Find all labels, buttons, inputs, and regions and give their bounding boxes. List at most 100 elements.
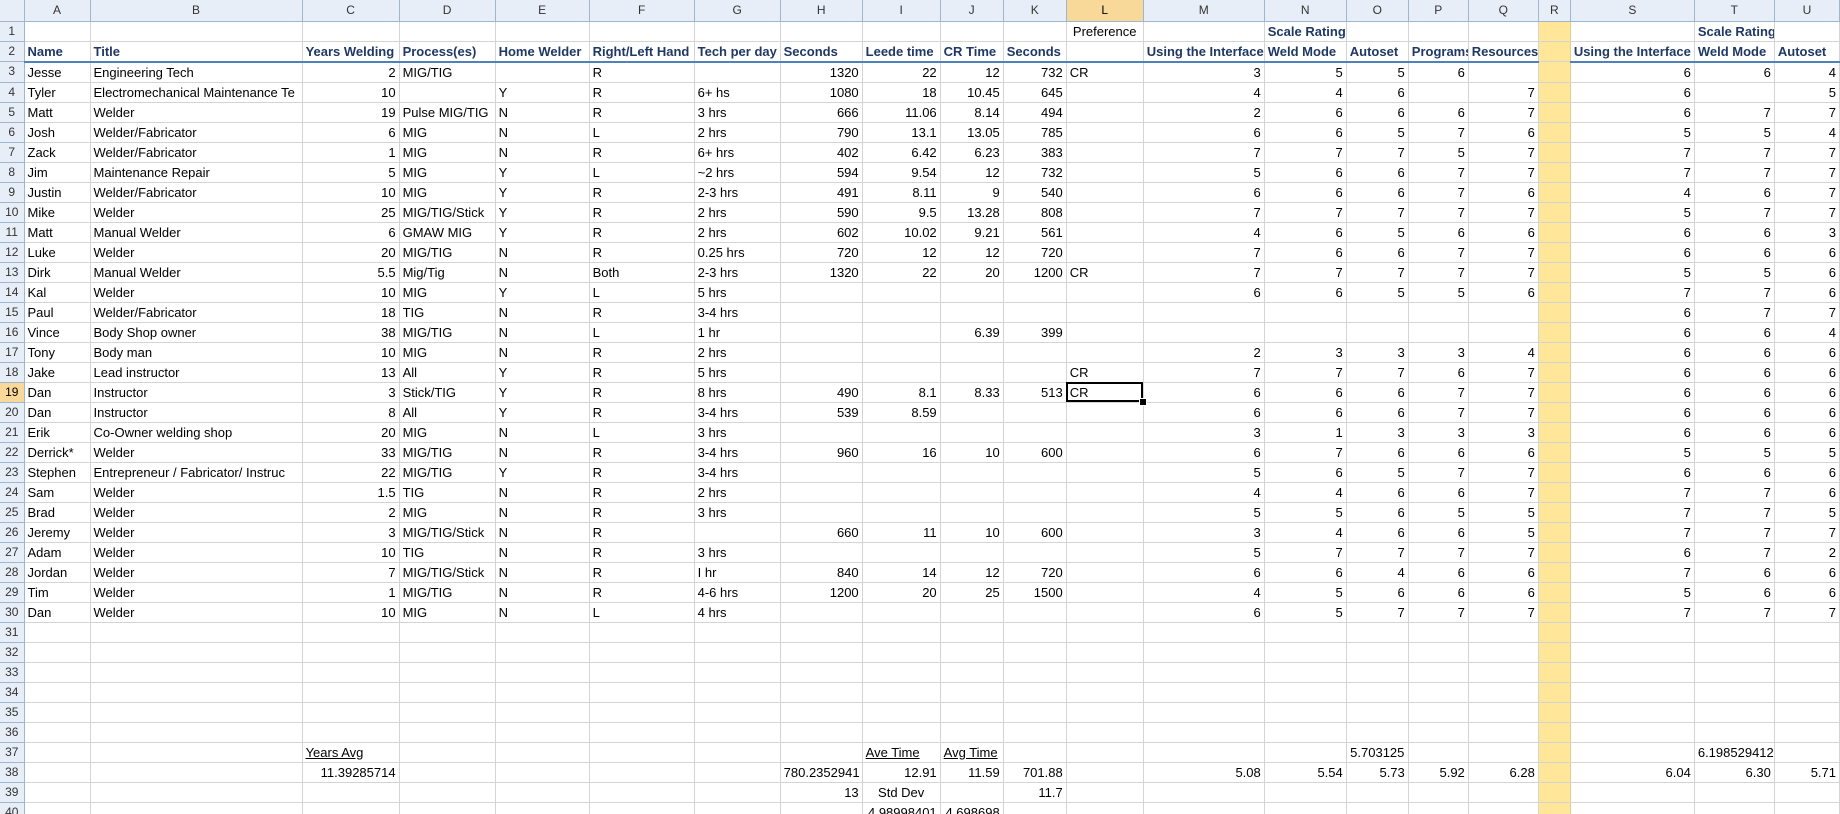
cell-j[interactable] xyxy=(940,422,1004,443)
cell-r[interactable] xyxy=(1538,702,1571,723)
cell-i[interactable]: 12.91 xyxy=(862,762,941,783)
cell-o[interactable] xyxy=(1346,702,1409,723)
cell-g[interactable] xyxy=(694,682,781,703)
cell-k[interactable] xyxy=(1003,542,1067,563)
cell-m[interactable]: 5 xyxy=(1143,462,1265,483)
row-header-1[interactable]: 1 xyxy=(0,21,25,42)
cell-u[interactable] xyxy=(1774,742,1840,763)
cell-i[interactable] xyxy=(862,282,941,303)
cell-f[interactable]: R xyxy=(589,102,695,123)
cell-h[interactable] xyxy=(780,462,863,483)
cell-f[interactable] xyxy=(589,642,695,663)
cell-b[interactable] xyxy=(90,742,303,763)
cell-h[interactable] xyxy=(780,362,863,383)
column-header-h[interactable]: H xyxy=(780,0,863,22)
cell-t[interactable] xyxy=(1694,702,1775,723)
cell-c[interactable]: 25 xyxy=(302,202,400,223)
cell-a[interactable]: Sam xyxy=(24,482,91,503)
cell-a[interactable]: Jordan xyxy=(24,562,91,583)
cell-l[interactable]: CR xyxy=(1066,382,1144,403)
cell-m[interactable]: 6 xyxy=(1143,182,1265,203)
cell-a[interactable]: Tim xyxy=(24,582,91,603)
cell-c[interactable]: 10 xyxy=(302,182,400,203)
cell-f[interactable]: L xyxy=(589,122,695,143)
column-header-a[interactable]: A xyxy=(24,0,91,22)
row-header-19[interactable]: 19 xyxy=(0,382,25,403)
cell-k[interactable]: 1200 xyxy=(1003,262,1067,283)
cell-c[interactable]: 10 xyxy=(302,82,400,103)
cell-i[interactable]: 18 xyxy=(862,82,941,103)
cell-l[interactable] xyxy=(1066,482,1144,503)
cell-a[interactable]: Josh xyxy=(24,122,91,143)
cell-p[interactable] xyxy=(1408,682,1469,703)
cell-b[interactable]: Welder xyxy=(90,242,303,263)
cell-c[interactable]: 33 xyxy=(302,442,400,463)
cell-h[interactable]: 960 xyxy=(780,442,863,463)
cell-p[interactable]: 6 xyxy=(1408,522,1469,543)
cell-n[interactable] xyxy=(1264,802,1347,814)
cell-g[interactable]: 6+ hrs xyxy=(694,142,781,163)
cell-b[interactable]: Welder xyxy=(90,202,303,223)
row-header-21[interactable]: 21 xyxy=(0,422,25,443)
row-header-15[interactable]: 15 xyxy=(0,302,25,323)
cell-t[interactable]: 7 xyxy=(1694,502,1775,523)
cell-p[interactable]: 7 xyxy=(1408,262,1469,283)
cell-o[interactable]: Autoset xyxy=(1346,41,1409,63)
cell-p[interactable]: 6 xyxy=(1408,482,1469,503)
cell-q[interactable]: 7 xyxy=(1468,82,1539,103)
cell-l[interactable] xyxy=(1066,682,1144,703)
row-header-9[interactable]: 9 xyxy=(0,182,25,203)
cell-r[interactable] xyxy=(1538,642,1571,663)
cell-q[interactable] xyxy=(1468,782,1539,803)
cell-i[interactable]: 9.54 xyxy=(862,162,941,183)
cell-p[interactable]: 6 xyxy=(1408,61,1469,83)
cell-n[interactable] xyxy=(1264,782,1347,803)
cell-e[interactable]: N xyxy=(495,102,590,123)
cell-g[interactable] xyxy=(694,742,781,763)
cell-r[interactable] xyxy=(1538,662,1571,683)
column-header-p[interactable]: P xyxy=(1408,0,1469,22)
cell-d[interactable]: TIG xyxy=(399,302,496,323)
cell-s[interactable]: 5 xyxy=(1570,582,1695,603)
cell-c[interactable]: 11.39285714 xyxy=(302,762,400,783)
cell-u[interactable]: 3 xyxy=(1774,222,1840,243)
cell-j[interactable]: 6.39 xyxy=(940,322,1004,343)
cell-p[interactable]: Programs xyxy=(1408,41,1469,63)
cell-q[interactable]: 6 xyxy=(1468,122,1539,143)
cell-l[interactable] xyxy=(1066,462,1144,483)
cell-p[interactable]: 5 xyxy=(1408,502,1469,523)
cell-s[interactable]: 6 xyxy=(1570,302,1695,323)
cell-r[interactable] xyxy=(1538,122,1571,143)
row-header-28[interactable]: 28 xyxy=(0,562,25,583)
cell-t[interactable]: 6 xyxy=(1694,222,1775,243)
cell-h[interactable] xyxy=(780,722,863,743)
cell-g[interactable] xyxy=(694,522,781,543)
cell-j[interactable] xyxy=(940,282,1004,303)
cell-f[interactable]: R xyxy=(589,362,695,383)
cell-h[interactable]: 790 xyxy=(780,122,863,143)
cell-i[interactable]: 13.1 xyxy=(862,122,941,143)
cell-d[interactable] xyxy=(399,642,496,663)
cell-m[interactable]: 2 xyxy=(1143,102,1265,123)
cell-u[interactable]: 6 xyxy=(1774,562,1840,583)
cell-q[interactable]: Resources xyxy=(1468,41,1539,63)
cell-r[interactable] xyxy=(1538,21,1571,42)
cell-h[interactable]: 402 xyxy=(780,142,863,163)
cell-s[interactable] xyxy=(1570,622,1695,643)
cell-k[interactable]: 785 xyxy=(1003,122,1067,143)
cell-q[interactable]: 7 xyxy=(1468,262,1539,283)
cell-f[interactable]: R xyxy=(589,202,695,223)
cell-a[interactable]: Dan xyxy=(24,382,91,403)
cell-b[interactable]: Welder xyxy=(90,502,303,523)
cell-h[interactable] xyxy=(780,802,863,814)
cell-f[interactable]: R xyxy=(589,342,695,363)
cell-f[interactable]: R xyxy=(589,242,695,263)
cell-f[interactable]: R xyxy=(589,502,695,523)
cell-b[interactable]: Electromechanical Maintenance Te xyxy=(90,82,303,103)
cell-r[interactable] xyxy=(1538,482,1571,503)
spreadsheet[interactable]: ABCDEFGHIJKLMNOPQRSTU 1 Preference Scale R… xyxy=(0,0,1840,814)
cell-m[interactable] xyxy=(1143,722,1265,743)
cell-h[interactable]: 1080 xyxy=(780,82,863,103)
cell-g[interactable]: 4 hrs xyxy=(694,602,781,623)
cell-l[interactable] xyxy=(1066,442,1144,463)
